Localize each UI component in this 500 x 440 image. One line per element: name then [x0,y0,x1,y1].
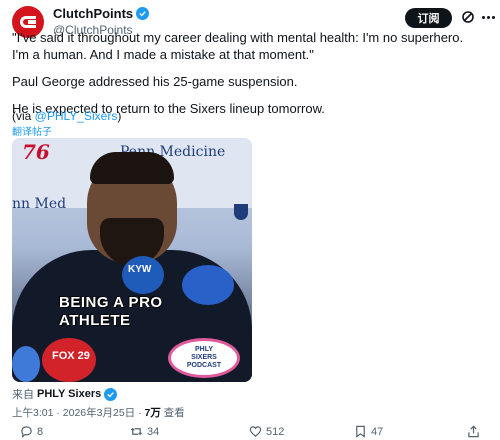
verified-badge-icon [104,387,118,401]
grok-icon[interactable] [461,10,475,24]
penn-medicine-banner-text-cropped: nn Med [12,196,67,212]
bookmark-button[interactable]: 47 [354,425,383,438]
sixers-76-logo: 76 [22,140,50,164]
more-icon[interactable] [482,10,498,24]
repost-count: 34 [147,425,160,438]
microphone-icon [182,265,234,305]
source-prefix: 来自 [12,389,34,401]
speaker-hair [90,152,174,184]
clutchpoints-logo-mark [28,20,36,24]
author-display-name[interactable]: ClutchPoints [53,6,133,21]
penn-shield-icon [234,204,248,220]
bookmark-icon [356,425,365,438]
share-button[interactable] [467,425,480,438]
repost-icon [130,427,143,436]
podcast-logo-line1: PHLY [194,346,214,353]
kyw-mic-label: KYW [128,264,152,275]
reply-icon [21,426,32,438]
video-caption-line2: ATHLETE [59,312,131,329]
view-label: 查看 [163,407,185,419]
like-button[interactable]: 512 [249,425,284,438]
more-dot [482,15,485,19]
more-dot [492,15,495,19]
microphone-icon [12,346,40,382]
podcast-logo-line2: SIXERS [191,354,217,361]
reply-button[interactable]: 8 [20,425,43,438]
phly-sixers-podcast-logo: PHLY SIXERS PODCAST [168,338,240,378]
tweet-paragraph-quote: "I've said it throughout my career deali… [12,30,464,62]
more-dot [487,15,490,19]
view-count: 7万 [144,407,161,419]
via-prefix: (via [12,109,35,123]
fox29-mic-label: FOX 29 [52,350,90,362]
share-icon [468,425,479,438]
kyw-microphone-icon [122,256,164,294]
like-count: 512 [266,425,285,438]
post-date[interactable]: 2026年3月25日 [63,407,135,419]
video-caption-line1: BEING A PRO [59,294,163,311]
heart-icon [249,426,262,437]
post-time[interactable]: 上午3:01 [12,407,53,419]
tweet-video[interactable]: 76 Penn Medicine nn Med KYW FOX 29 BEING… [12,138,252,382]
reply-count: 8 [37,425,44,438]
subscribe-button[interactable]: 订阅 [405,8,452,28]
source-account-link[interactable]: PHLY Sixers [37,388,101,400]
video-source-line: 来自 PHLY Sixers [12,386,118,402]
verified-badge-icon [136,7,150,20]
via-line: (via @PHLY_Sixers) [12,109,121,123]
video-caption: BEING A PRO ATHLETE [59,294,163,330]
tweet-meta: 上午3:01 · 2026年3月25日 · 7万 查看 [12,407,185,419]
bookmark-count: 47 [371,425,384,438]
tweet-paragraph-suspension: Paul George addressed his 25-game suspen… [12,74,298,89]
podcast-logo-line3: PODCAST [186,362,222,369]
translate-post-link[interactable]: 翻译帖子 [12,123,52,138]
via-suffix: ) [117,109,122,123]
tweet-action-bar: 8 34 512 47 [12,425,488,440]
via-mention-link[interactable]: @PHLY_Sixers [35,109,118,123]
author-display-name-row[interactable]: ClutchPoints [53,6,150,21]
repost-button[interactable]: 34 [130,425,159,438]
